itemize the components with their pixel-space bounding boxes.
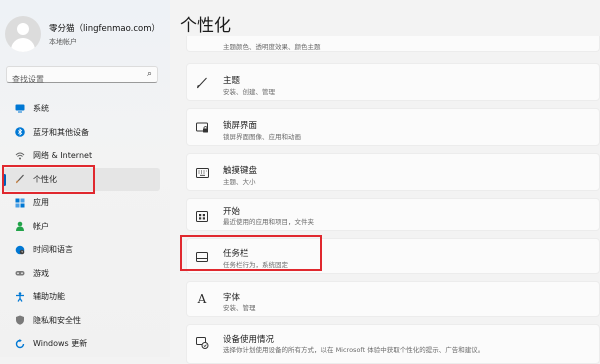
brush-icon [15,174,25,184]
user-profile[interactable]: 零分猫（lingfenmao.com） 本地帐户 [5,16,160,52]
sidebar-item-system[interactable]: 系统 [3,97,160,121]
sidebar-item-apps[interactable]: 应用 [3,191,160,215]
sidebar-item-bluetooth[interactable]: 蓝牙和其他设备 [3,121,160,145]
user-account-type: 本地帐户 [49,37,77,46]
main-content: 个性化 主题颜色、透明度效果、颜色主题 主题 安装、创建、管理 锁屏界面 锁屏界… [170,0,600,364]
sidebar-item-privacy[interactable]: 隐私和安全性 [3,309,160,333]
settings-card-colors[interactable]: 主题颜色、透明度效果、颜色主题 [186,36,600,52]
card-title: 锁屏界面 [223,121,258,131]
wifi-icon [15,151,25,161]
start-icon [195,209,209,223]
sidebar-item-network[interactable]: 网络 & Internet [3,144,160,168]
taskbar-icon [195,250,209,264]
sidebar-item-accounts[interactable]: 帐户 [3,215,160,239]
settings-card-lock-screen[interactable]: 锁屏界面 锁屏界面图像、应用和动画 [186,108,600,146]
settings-card-start[interactable]: 开始 最近使用的应用和项目，文件夹 [186,198,600,231]
shield-icon [15,315,25,325]
user-name: 零分猫（lingfenmao.com） [49,23,161,34]
sidebar-item-label: 蓝牙和其他设备 [33,127,89,137]
sidebar: 零分猫（lingfenmao.com） 本地帐户 ⌕ 系统 蓝牙和其他设备 网络… [0,0,170,357]
sidebar-item-label: 辅助功能 [33,292,65,302]
card-subtitle: 安装、创建、管理 [223,88,275,96]
font-icon: A [197,292,207,306]
settings-card-touch-keyboard[interactable]: 触摸键盘 主题、大小 [186,153,600,191]
card-title: 任务栏 [223,249,249,259]
settings-card-taskbar[interactable]: 任务栏 任务栏行为，系统固定 [186,238,600,274]
sidebar-item-time-language[interactable]: 时间和语言 [3,238,160,262]
card-subtitle: 安装、管理 [223,304,256,312]
apps-icon [15,198,25,208]
sidebar-item-label: 时间和语言 [33,245,73,255]
globe-clock-icon [15,245,25,255]
card-subtitle: 任务栏行为，系统固定 [223,261,288,269]
brush-icon [195,76,209,90]
page-title: 个性化 [180,16,231,36]
sidebar-nav: 系统 蓝牙和其他设备 网络 & Internet 个性化 应用 帐户 时间和语言… [0,97,170,356]
sidebar-item-windows-update[interactable]: Windows 更新 [3,332,160,356]
active-indicator [3,173,6,186]
account-icon [15,221,25,232]
card-subtitle: 主题颜色、透明度效果、颜色主题 [223,43,321,51]
keyboard-icon [195,166,209,180]
sidebar-item-label: 隐私和安全性 [33,315,81,325]
sidebar-item-label: 网络 & Internet [33,151,93,161]
sidebar-item-personalization[interactable]: 个性化 [3,167,160,191]
search-box[interactable]: ⌕ [6,66,158,87]
settings-card-fonts[interactable]: A 字体 安装、管理 [186,281,600,317]
sidebar-item-label: 系统 [33,104,49,114]
sidebar-item-label: 帐户 [33,221,49,231]
sidebar-item-label: 应用 [33,198,49,208]
gamepad-icon [15,268,25,278]
card-subtitle: 最近使用的应用和项目，文件夹 [223,218,314,226]
avatar [5,16,41,52]
accessibility-icon [15,292,25,302]
card-subtitle: 主题、大小 [223,178,256,186]
monitor-icon [15,104,25,114]
sidebar-item-label: 个性化 [33,174,57,184]
card-subtitle: 选择你计划使用设备的所有方式，以在 Microsoft 体验中获取个性化的提示、… [223,346,485,354]
card-title: 触摸键盘 [223,166,258,176]
sidebar-item-label: Windows 更新 [33,339,88,349]
settings-card-device-usage[interactable]: 设备使用情况 选择你计划使用设备的所有方式，以在 Microsoft 体验中获取… [186,324,600,364]
sidebar-item-gaming[interactable]: 游戏 [3,262,160,286]
card-title: 主题 [223,76,241,86]
lock-screen-icon [195,121,209,135]
search-icon[interactable]: ⌕ [147,69,152,79]
settings-card-themes[interactable]: 主题 安装、创建、管理 [186,63,600,101]
update-icon [15,338,25,349]
sidebar-item-label: 游戏 [33,268,49,278]
search-input[interactable] [7,72,137,87]
sidebar-item-accessibility[interactable]: 辅助功能 [3,285,160,309]
bluetooth-icon [15,127,25,138]
device-usage-icon [195,336,209,350]
card-subtitle: 锁屏界面图像、应用和动画 [223,133,301,141]
